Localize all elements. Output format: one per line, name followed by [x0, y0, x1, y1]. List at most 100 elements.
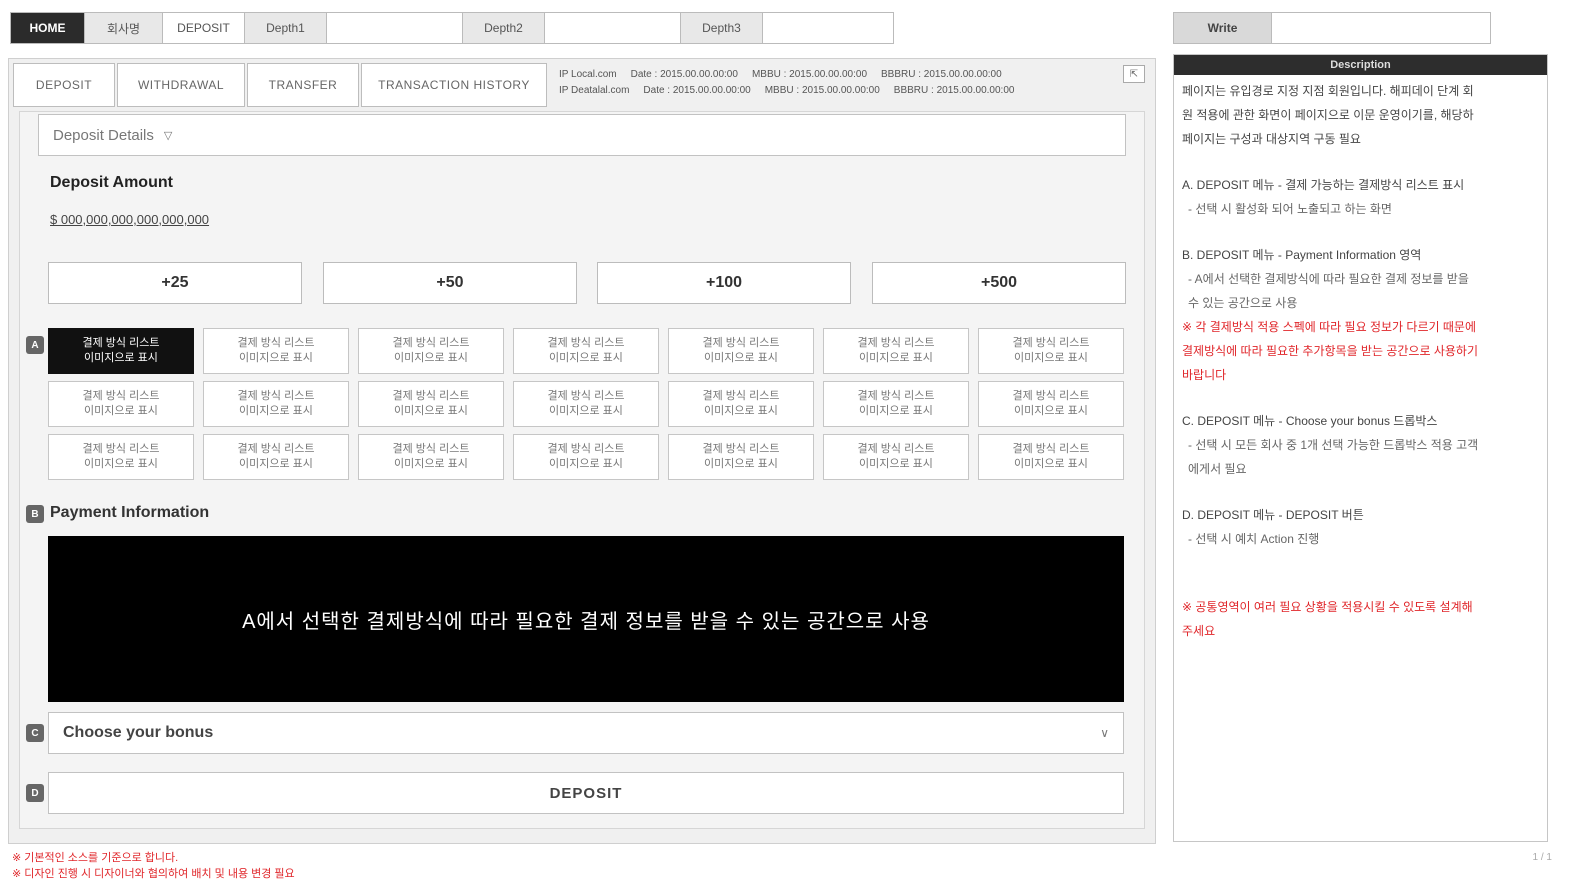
description-panel: Description 페이지는 유입경로 지정 지점 회원입니다. 해피데이 … [1173, 54, 1548, 842]
ip-info-row: IP Deatalal.com Date : 2015.00.00.00:00 … [559, 83, 1139, 99]
description-line [1182, 481, 1539, 503]
payment-information-title: Payment Information [50, 504, 210, 521]
ip-info-date: Date : 2015.00.00.00:00 [630, 69, 738, 80]
marker-b-icon: B [26, 505, 44, 523]
deposit-amount-value[interactable]: $ 000,000,000,000,000,000 [50, 212, 209, 227]
tab-withdrawal[interactable]: WITHDRAWAL [117, 63, 245, 107]
description-line: A. DEPOSIT 메뉴 - 결제 가능하는 결제방식 리스트 표시 [1182, 178, 1465, 192]
breadcrumb-depth1-value[interactable] [327, 13, 463, 43]
marker-c-icon: C [26, 724, 44, 742]
payment-method-item[interactable]: 결제 방식 리스트 이미지으로 표시 [978, 381, 1124, 427]
payment-method-item[interactable]: 결제 방식 리스트 이미지으로 표시 [668, 434, 814, 480]
expand-icon[interactable]: ⇱ [1123, 65, 1145, 83]
description-header: Description [1174, 55, 1547, 75]
chevron-down-icon: ▽ [163, 129, 173, 142]
payment-method-item[interactable]: 결제 방식 리스트 이미지으로 표시 [358, 434, 504, 480]
quick-amount-500-button[interactable]: +500 [872, 262, 1126, 304]
home-button[interactable]: HOME [11, 13, 85, 43]
writer-box: Write [1173, 12, 1491, 44]
description-line: 주세요 [1182, 624, 1216, 638]
description-line: 결제방식에 따라 필요한 추가항목을 받는 공간으로 사용하기 [1182, 344, 1479, 358]
footnote-line: ※ 디자인 진행 시 디자이너와 협의하여 배치 및 내용 변경 필요 [12, 868, 295, 880]
breadcrumb-depth2-value[interactable] [545, 13, 681, 43]
payment-method-item[interactable]: 결제 방식 리스트 이미지으로 표시 [823, 381, 969, 427]
ip-info-bbbru: BBBRU : 2015.00.00.00:00 [893, 85, 1015, 96]
payment-method-item[interactable]: 결제 방식 리스트 이미지으로 표시 [203, 434, 349, 480]
breadcrumb-depth1-label: Depth1 [245, 13, 327, 43]
footnotes: ※ 기본적인 소스를 기준으로 합니다. ※ 디자인 진행 시 디자이너와 협의… [12, 850, 295, 882]
payment-information-placeholder: A에서 선택한 결제방식에 따라 필요한 결제 정보를 받을 수 있는 공간으로… [242, 610, 930, 633]
payment-method-item[interactable]: 결제 방식 리스트 이미지으로 표시 [978, 434, 1124, 480]
chevron-down-icon: ∨ [1100, 726, 1109, 740]
writer-value [1272, 13, 1490, 43]
ip-info-bbbru: BBBRU : 2015.00.00.00:00 [881, 69, 1002, 80]
marker-d-icon: D [26, 784, 44, 802]
description-line: 페이지는 유입경로 지정 지점 회원입니다. 해피데이 단계 회 [1182, 84, 1474, 98]
payment-method-grid: 결제 방식 리스트 이미지으로 표시 결제 방식 리스트 이미지으로 표시 결제 방… [48, 328, 1126, 480]
description-line: 바랍니다 [1182, 368, 1227, 382]
description-line: B. DEPOSIT 메뉴 - Payment Information 영역 [1182, 248, 1422, 262]
payment-method-item[interactable]: 결제 방식 리스트 이미지으로 표시 [203, 381, 349, 427]
tab-bar: DEPOSIT WITHDRAWAL TRANSFER TRANSACTION … [13, 63, 549, 107]
bonus-select-label: Choose your bonus [63, 724, 214, 741]
writer-label: Write [1174, 13, 1272, 43]
payment-method-item[interactable]: 결제 방식 리스트 이미지으로 표시 [513, 434, 659, 480]
payment-method-item[interactable]: 결제 방식 리스트 이미지으로 표시 [48, 381, 194, 427]
description-line [1182, 221, 1539, 243]
breadcrumb-depth3-value[interactable] [763, 13, 893, 43]
deposit-button[interactable]: DEPOSIT [48, 772, 1124, 814]
tab-transfer[interactable]: TRANSFER [247, 63, 359, 107]
payment-method-item[interactable]: 결제 방식 리스트 이미지으로 표시 [668, 328, 814, 374]
description-line: ※ 공통영역이 여러 필요 상황을 적용시킬 수 있도록 설계해 [1182, 600, 1473, 614]
description-line: D. DEPOSIT 메뉴 - DEPOSIT 버튼 [1182, 508, 1364, 522]
ip-info: IP Local.com Date : 2015.00.00.00:00 MBB… [559, 67, 1139, 99]
deposit-details-label: Deposit Details [53, 126, 154, 144]
description-line: 원 적용에 관한 화면이 페이지으로 이문 운영이기를, 해당하 [1182, 108, 1474, 122]
description-line: C. DEPOSIT 메뉴 - Choose your bonus 드롭박스 [1182, 414, 1438, 428]
quick-amount-25-button[interactable]: +25 [48, 262, 302, 304]
payment-method-item[interactable]: 결제 방식 리스트 이미지으로 표시 [823, 328, 969, 374]
payment-information-area: A에서 선택한 결제방식에 따라 필요한 결제 정보를 받을 수 있는 공간으로… [48, 536, 1124, 702]
description-line: 수 있는 공간으로 사용 [1188, 296, 1298, 310]
payment-method-item[interactable]: 결제 방식 리스트 이미지으로 표시 [203, 328, 349, 374]
payment-method-item[interactable]: 결제 방식 리스트 이미지으로 표시 [668, 381, 814, 427]
main-panel: DEPOSIT WITHDRAWAL TRANSFER TRANSACTION … [8, 58, 1156, 844]
breadcrumb-company[interactable]: 회사명 [85, 13, 163, 43]
payment-method-item[interactable]: 결제 방식 리스트 이미지으로 표시 [48, 434, 194, 480]
payment-method-item[interactable]: 결제 방식 리스트 이미지으로 표시 [978, 328, 1124, 374]
quick-amount-100-button[interactable]: +100 [597, 262, 851, 304]
breadcrumb-depth2-label: Depth2 [463, 13, 545, 43]
ip-info-host: IP Local.com [559, 69, 617, 80]
marker-a-icon: A [26, 336, 44, 354]
payment-method-item[interactable]: 결제 방식 리스트 이미지으로 표시 [823, 434, 969, 480]
description-line [1182, 151, 1539, 173]
description-line: 페이지는 구성과 대상지역 구동 필요 [1182, 132, 1361, 146]
bonus-select[interactable]: Choose your bonus ∨ [48, 712, 1124, 754]
description-line [1182, 573, 1539, 595]
description-line: ※ 각 결제방식 적용 스펙에 따라 필요 정보가 다르기 때문에 [1182, 320, 1476, 334]
tab-transaction-history[interactable]: TRANSACTION HISTORY [361, 63, 547, 107]
payment-method-item[interactable]: 결제 방식 리스트 이미지으로 표시 [358, 328, 504, 374]
breadcrumb-depth3-label: Depth3 [681, 13, 763, 43]
top-breadcrumb-bar: HOME 회사명 DEPOSIT Depth1 Depth2 Depth3 [10, 12, 894, 44]
description-line: 에게서 필요 [1188, 462, 1247, 476]
page-number: 1 / 1 [1532, 852, 1552, 863]
payment-method-item[interactable]: 결제 방식 리스트 이미지으로 표시 [358, 381, 504, 427]
deposit-amount-title: Deposit Amount [50, 174, 173, 191]
payment-method-item[interactable]: 결제 방식 리스트 이미지으로 표시 [513, 328, 659, 374]
breadcrumb-deposit[interactable]: DEPOSIT [163, 13, 245, 43]
description-line: - 선택 시 모든 회사 중 1개 선택 가능한 드롭박스 적용 고객 [1188, 438, 1479, 452]
quick-amount-50-button[interactable]: +50 [323, 262, 577, 304]
payment-method-item[interactable]: 결제 방식 리스트 이미지으로 표시 [513, 381, 659, 427]
tab-deposit[interactable]: DEPOSIT [13, 63, 115, 107]
ip-info-date: Date : 2015.00.00.00:00 [643, 85, 751, 96]
description-line: - A에서 선택한 결제방식에 따라 필요한 결제 정보를 받을 [1188, 272, 1469, 286]
ip-info-row: IP Local.com Date : 2015.00.00.00:00 MBB… [559, 67, 1139, 83]
ip-info-host: IP Deatalal.com [559, 85, 630, 96]
description-line [1182, 387, 1539, 409]
footnote-line: ※ 기본적인 소스를 기준으로 합니다. [12, 852, 179, 864]
payment-method-item[interactable]: 결제 방식 리스트 이미지으로 표시 [48, 328, 194, 374]
description-line [1182, 551, 1539, 573]
deposit-details-dropdown[interactable]: Deposit Details ▽ [38, 114, 1126, 156]
ip-info-mbbu: MBBU : 2015.00.00.00:00 [751, 69, 868, 80]
